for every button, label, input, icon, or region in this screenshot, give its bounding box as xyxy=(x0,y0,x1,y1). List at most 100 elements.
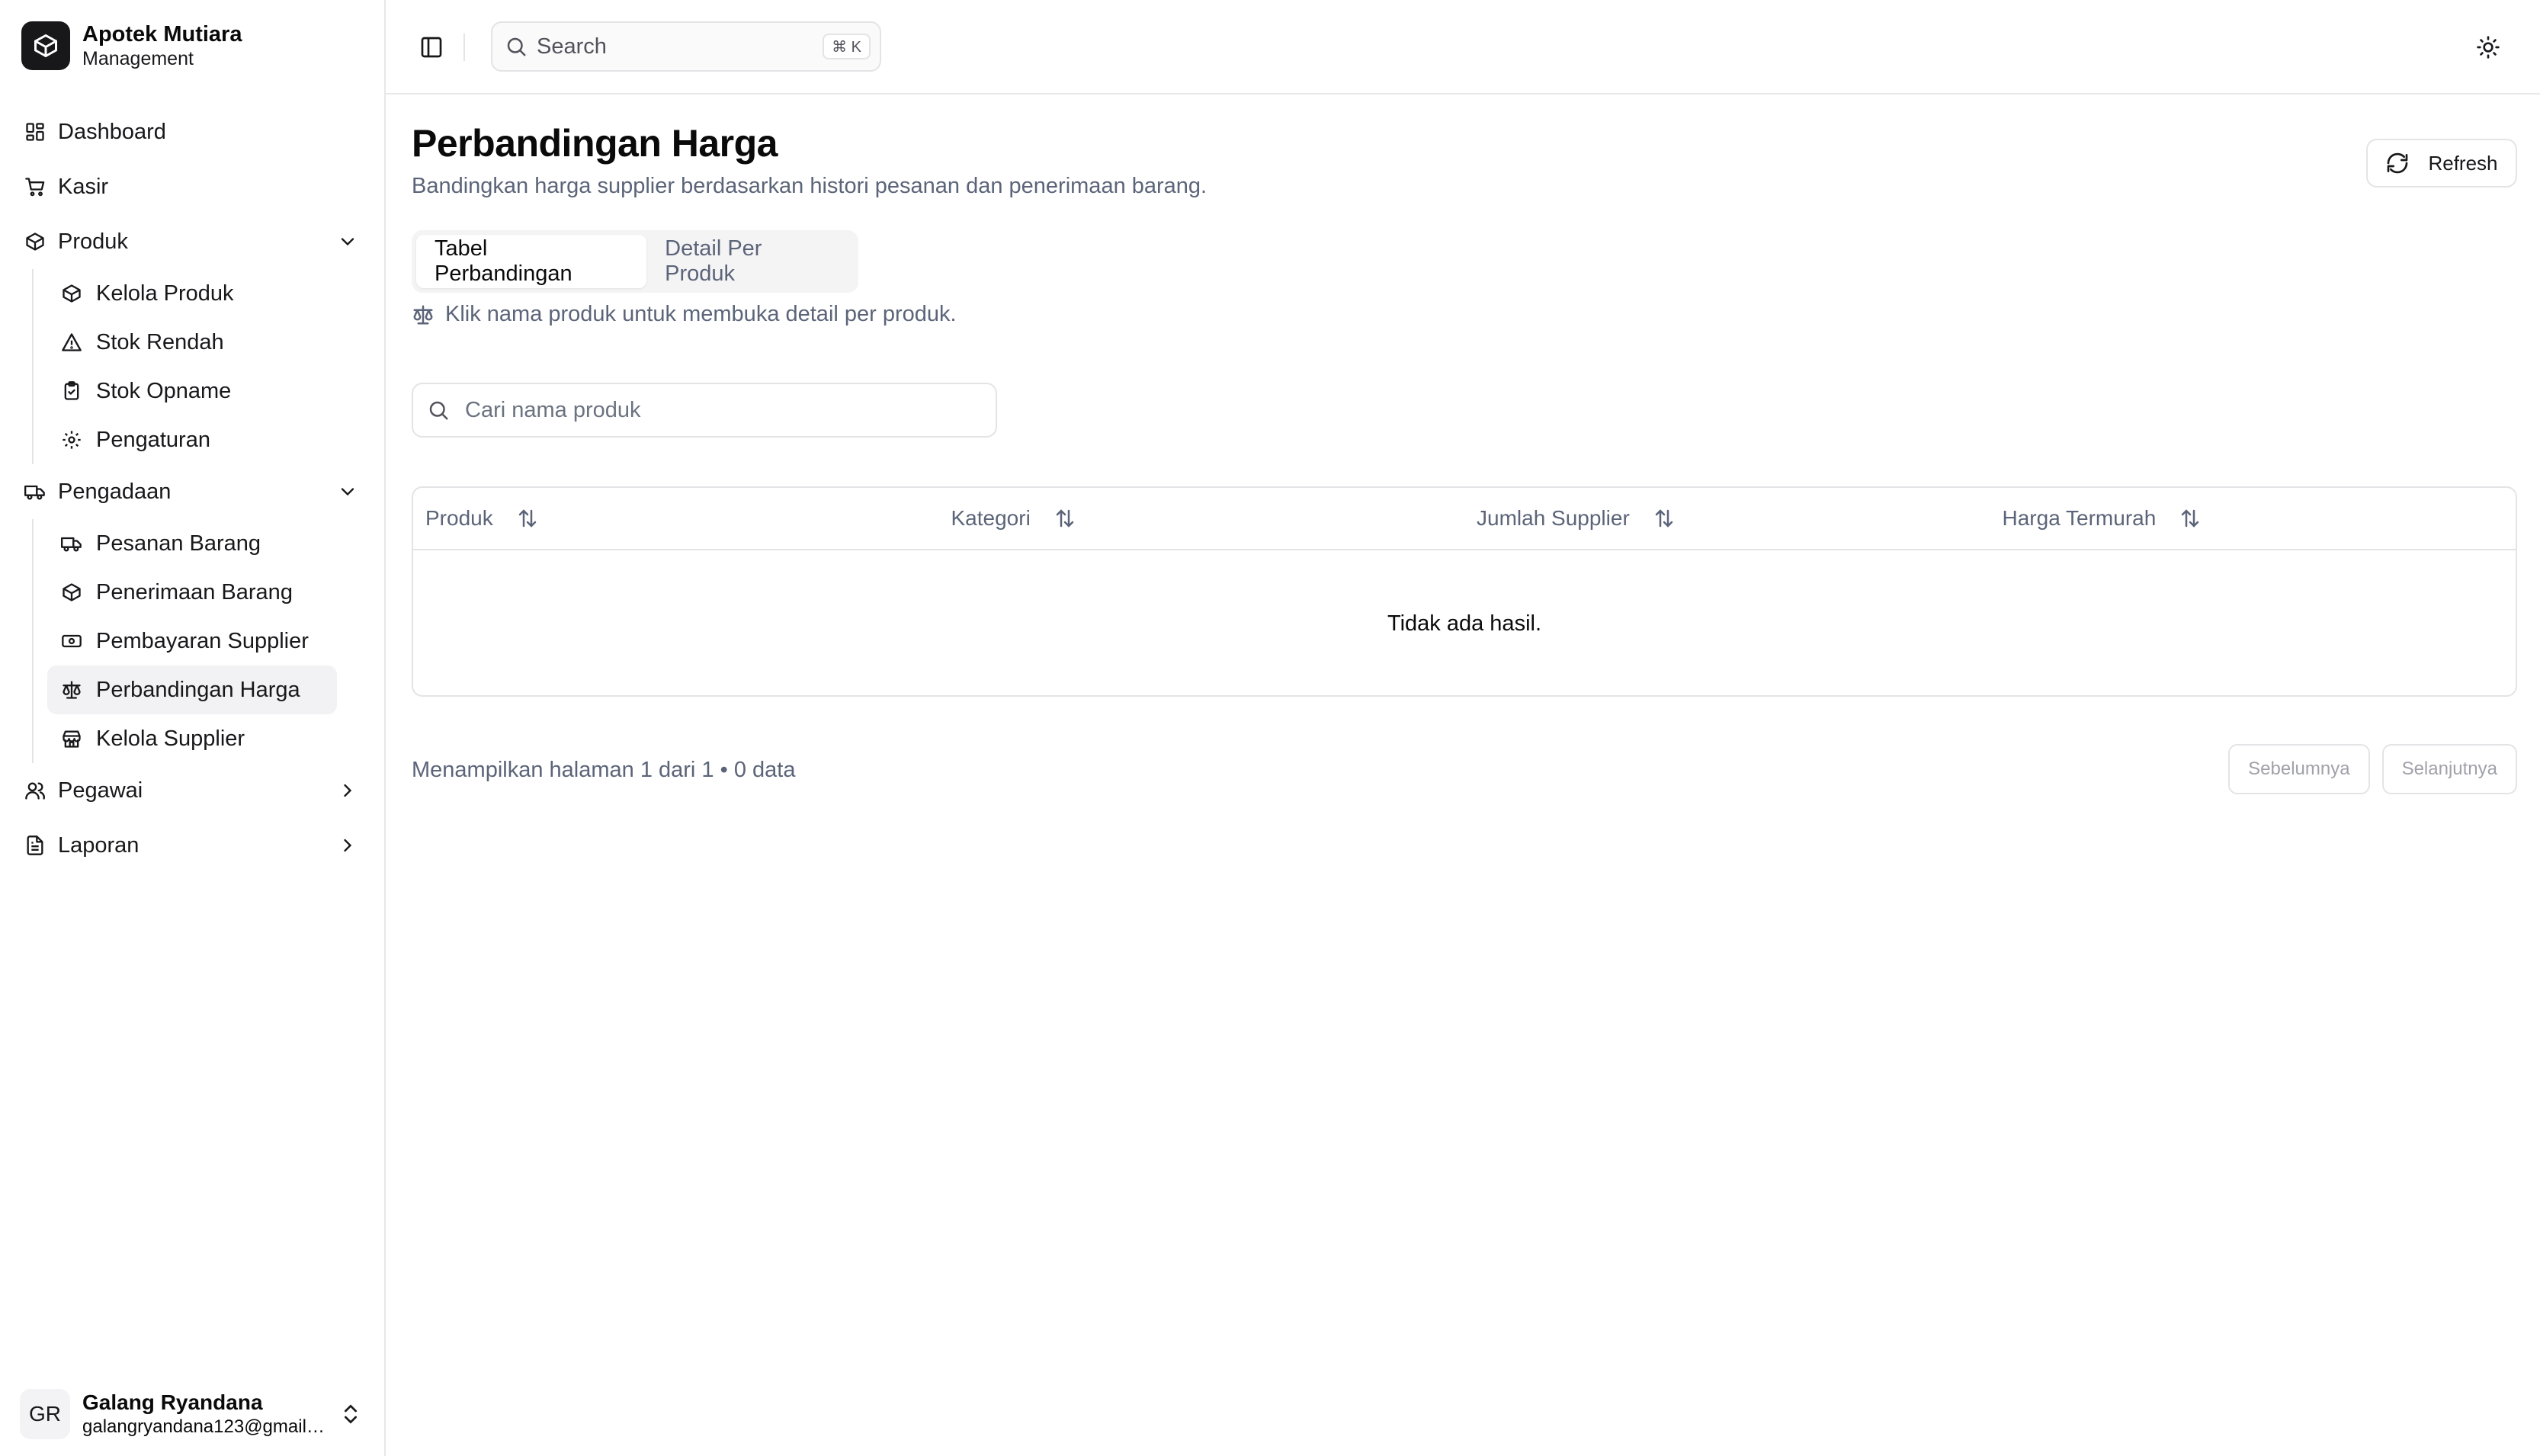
dashboard-grid-icon xyxy=(23,120,47,144)
package-icon xyxy=(59,281,84,306)
chevron-right-icon xyxy=(344,784,352,797)
sidebar-item-kelola-produk[interactable]: Kelola Produk xyxy=(47,269,337,318)
previous-page-button[interactable]: Sebelumnya xyxy=(2228,744,2370,794)
sidebar-item-label: Produk xyxy=(58,229,128,254)
view-tabs: Tabel Perbandingan Detail Per Produk xyxy=(412,230,858,293)
table-empty-state: Tidak ada hasil. xyxy=(1387,611,1542,636)
table-header: Produk Kategori Jumlah Supplier Harga Te… xyxy=(413,488,2516,550)
submenu-produk: Kelola Produk Stok Rendah Stok Opname Pe… xyxy=(32,269,386,464)
column-label: Produk xyxy=(425,506,493,530)
page-title: Perbandingan Harga xyxy=(412,122,778,165)
sidebar-item-label: Kelola Supplier xyxy=(96,726,245,751)
comparison-table: Produk Kategori Jumlah Supplier Harga Te… xyxy=(412,486,2517,697)
sidebar-toggle-button[interactable] xyxy=(415,30,448,64)
tab-tabel-perbandingan[interactable]: Tabel Perbandingan xyxy=(416,235,647,288)
sort-icon[interactable] xyxy=(1054,507,1076,530)
theme-toggle-button[interactable] xyxy=(2471,30,2505,64)
main-area: Search ⌘ K Perbandingan Harga Bandingkan… xyxy=(386,0,2540,1456)
next-page-button[interactable]: Selanjutnya xyxy=(2381,744,2517,794)
refresh-label: Refresh xyxy=(2428,151,2498,175)
store-icon xyxy=(59,726,84,751)
column-header-harga-termurah[interactable]: Harga Termurah xyxy=(1990,488,2516,549)
refresh-button[interactable]: Refresh xyxy=(2366,139,2517,188)
sort-icon[interactable] xyxy=(1653,507,1676,530)
search-placeholder: Search xyxy=(537,34,607,59)
sidebar-item-label: Kasir xyxy=(58,174,109,199)
scale-icon xyxy=(412,303,435,326)
sidebar-item-pesanan-barang[interactable]: Pesanan Barang xyxy=(47,519,337,568)
app-shell: Apotek Mutiara Management Dashboard Kasi… xyxy=(0,0,2540,1456)
sidebar-item-stok-opname[interactable]: Stok Opname xyxy=(47,367,337,415)
tab-detail-per-produk[interactable]: Detail Per Produk xyxy=(646,235,854,288)
sidebar-item-label: Pesanan Barang xyxy=(96,531,261,556)
sidebar-item-penerimaan-barang[interactable]: Penerimaan Barang xyxy=(47,568,337,617)
sidebar-item-label: Kelola Produk xyxy=(96,281,234,306)
search-icon xyxy=(507,37,526,56)
sort-icon[interactable] xyxy=(516,507,539,530)
clipboard-check-icon xyxy=(59,379,84,403)
package-check-icon xyxy=(59,580,84,605)
chevron-down-icon xyxy=(341,488,354,496)
sidebar-item-produk[interactable]: Produk xyxy=(0,214,386,269)
truck-icon xyxy=(59,531,84,556)
column-header-produk[interactable]: Produk xyxy=(413,488,939,549)
chevrons-up-down-icon xyxy=(345,1404,357,1424)
sidebar-item-kasir[interactable]: Kasir xyxy=(0,159,386,214)
alert-triangle-icon xyxy=(59,330,84,354)
sidebar-item-label: Pembayaran Supplier xyxy=(96,628,309,653)
sidebar-item-dashboard[interactable]: Dashboard xyxy=(0,104,386,159)
topbar: Search ⌘ K xyxy=(386,0,2540,95)
refresh-icon xyxy=(2385,151,2410,175)
sidebar-item-label: Pengaturan xyxy=(96,427,210,452)
user-menu[interactable]: GR Galang Ryandana galangryandana123@gma… xyxy=(20,1387,370,1441)
user-email: galangryandana123@gmail.com xyxy=(82,1416,326,1437)
submenu-pengadaan: Pesanan Barang Penerimaan Barang Pembaya… xyxy=(32,519,386,763)
package-icon xyxy=(23,229,47,254)
sidebar-item-label: Pegawai xyxy=(58,778,143,803)
file-text-icon xyxy=(23,833,47,858)
sidebar-item-pembayaran-supplier[interactable]: Pembayaran Supplier xyxy=(47,617,337,665)
sidebar-nav: Dashboard Kasir Produk Kelola Produk Sto… xyxy=(0,104,386,873)
sidebar-item-label: Stok Opname xyxy=(96,378,232,403)
sidebar-item-laporan[interactable]: Laporan xyxy=(0,818,386,873)
product-search-placeholder: Cari nama produk xyxy=(465,397,641,422)
avatar: GR xyxy=(20,1389,70,1439)
pagination-bar: Menampilkan halaman 1 dari 1 • 0 data Se… xyxy=(412,744,2517,794)
keyboard-shortcut-badge: ⌘ K xyxy=(823,34,871,59)
brand[interactable]: Apotek Mutiara Management xyxy=(21,21,242,70)
global-search-input[interactable]: Search ⌘ K xyxy=(491,21,881,72)
sidebar: Apotek Mutiara Management Dashboard Kasi… xyxy=(0,0,386,1456)
column-label: Harga Termurah xyxy=(2002,506,2157,530)
chevron-right-icon xyxy=(344,839,352,852)
users-icon xyxy=(23,778,47,803)
sidebar-item-pengaturan[interactable]: Pengaturan xyxy=(47,415,337,464)
pagination-summary: Menampilkan halaman 1 dari 1 • 0 data xyxy=(412,758,796,782)
banknote-icon xyxy=(59,629,84,653)
sidebar-item-kelola-supplier[interactable]: Kelola Supplier xyxy=(47,714,337,763)
hint-label: Klik nama produk untuk membuka detail pe… xyxy=(445,302,957,326)
user-name: Galang Ryandana xyxy=(82,1390,263,1414)
sidebar-item-pegawai[interactable]: Pegawai xyxy=(0,763,386,818)
sidebar-item-label: Penerimaan Barang xyxy=(96,579,293,605)
panel-left-icon xyxy=(421,37,442,58)
sidebar-item-stok-rendah[interactable]: Stok Rendah xyxy=(47,318,337,367)
sidebar-item-label: Laporan xyxy=(58,832,140,858)
search-icon xyxy=(429,401,448,420)
sidebar-item-label: Perbandingan Harga xyxy=(96,677,300,702)
page-subtitle: Bandingkan harga supplier berdasarkan hi… xyxy=(412,174,1207,198)
divider xyxy=(463,34,465,61)
column-label: Jumlah Supplier xyxy=(1477,506,1630,530)
brand-name: Apotek Mutiara xyxy=(82,22,242,47)
pager: Sebelumnya Selanjutnya xyxy=(2216,744,2517,794)
sort-icon[interactable] xyxy=(2179,507,2202,530)
column-header-jumlah-supplier[interactable]: Jumlah Supplier xyxy=(1464,488,1990,549)
truck-icon xyxy=(23,479,47,504)
sun-icon xyxy=(2477,36,2500,59)
column-header-kategori[interactable]: Kategori xyxy=(939,488,1465,549)
sidebar-item-pengadaan[interactable]: Pengadaan xyxy=(0,464,386,519)
sidebar-item-label: Stok Rendah xyxy=(96,329,224,354)
brand-subtitle: Management xyxy=(82,48,194,69)
sidebar-item-perbandingan-harga[interactable]: Perbandingan Harga xyxy=(47,665,337,714)
scale-icon xyxy=(59,678,84,702)
product-search-input[interactable]: Cari nama produk xyxy=(412,383,997,438)
